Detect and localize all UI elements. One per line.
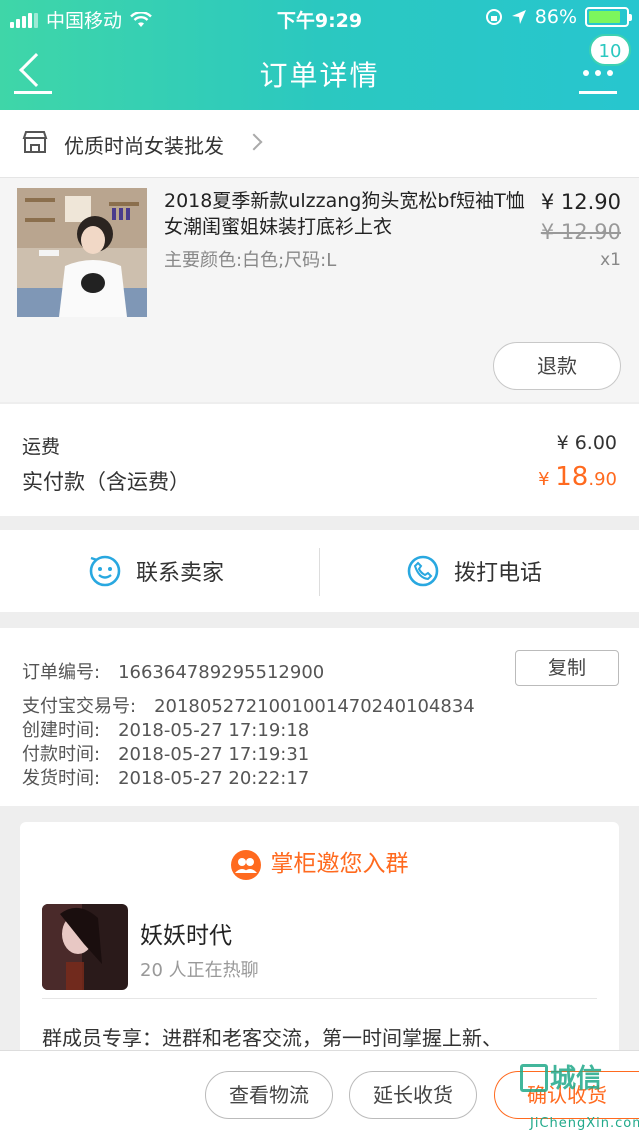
refund-button[interactable]: 退款 [493, 342, 621, 390]
product-item[interactable]: 2018夏季新款ulzzang狗头宽松bf短袖T恤女潮闺蜜姐妹装打底衫上衣 主要… [0, 178, 639, 402]
chat-smile-icon [89, 555, 121, 587]
paid-label: 实付款（含运费） [22, 470, 190, 494]
page-title: 订单详情 [259, 59, 380, 92]
order-info: 订单编号: 166364789295512900 复制 支付宝交易号: 201805… [0, 628, 639, 806]
rotation-lock-icon [485, 9, 502, 25]
shipped-row: 发货时间: 2018-05-27 20:22:17 [22, 764, 309, 790]
shop-name: 优质时尚女装批发 [64, 134, 224, 158]
call-phone-button[interactable]: 拨打电话 [406, 530, 542, 612]
product-image [17, 188, 147, 317]
product-quantity: x1 [600, 250, 621, 270]
shipping-label: 运费 [22, 436, 61, 458]
group-icon [230, 849, 261, 880]
status-right: 86% [485, 6, 632, 28]
fee-summary: 运费 ¥ 6.00 实付款（含运费） ¥ 18.90 [0, 404, 639, 516]
created-row: 创建时间: 2018-05-27 17:19:18 [22, 716, 309, 742]
shipping-value: ¥ 6.00 [556, 432, 617, 454]
created-label: 创建时间: [22, 720, 101, 741]
status-bar: 中国移动 下午9:29 86% [0, 0, 639, 36]
battery-fill [589, 11, 620, 23]
battery-percent: 86% [534, 6, 577, 28]
group-heading-text: 掌柜邀您入群 [270, 851, 409, 877]
contact-seller-button[interactable]: 联系卖家 [88, 530, 224, 612]
product-title: 2018夏季新款ulzzang狗头宽松bf短袖T恤女潮闺蜜姐妹装打底衫上衣 [164, 190, 525, 238]
alipay-label: 支付宝交易号: [22, 696, 137, 717]
more-menu-button[interactable]: 10 [579, 34, 631, 94]
paid-integer: 18 [555, 462, 589, 492]
created-time: 2018-05-27 17:19:18 [118, 720, 310, 741]
group-description: 群成员专享：进群和老客交流，第一时间掌握上新、 [42, 1026, 502, 1050]
watermark-text: 城信 [550, 1064, 603, 1094]
order-number-label: 订单编号: [22, 662, 101, 683]
alipay-row: 支付宝交易号: 2018052721001001470240104834 [22, 692, 475, 718]
watermark-url: JiChengXin.com [530, 1116, 639, 1131]
site-watermark: 城信 JiChengXin.com [518, 1058, 639, 1136]
product-attributes: 主要颜色:白色;尺码:L [164, 250, 337, 271]
paid-decimal: .90 [588, 469, 617, 490]
group-name: 妖妖时代 [140, 923, 232, 949]
group-avatar [42, 904, 128, 990]
product-price: ¥ 12.90 [540, 190, 621, 214]
chevron-right-icon [245, 133, 263, 151]
location-icon [511, 10, 526, 24]
alipay-number: 2018052721001001470240104834 [154, 696, 475, 717]
battery-icon [585, 7, 632, 27]
group-member-count: 20 人正在热聊 [140, 960, 259, 981]
extend-receipt-button[interactable]: 延长收货 [349, 1071, 477, 1119]
watermark-logo-icon [520, 1064, 548, 1092]
more-icon [583, 70, 613, 76]
shipped-label: 发货时间: [22, 768, 101, 789]
app-header: 中国移动 下午9:29 86% 订单详情 10 [0, 0, 639, 110]
product-original-price: ¥ 12.90 [540, 220, 621, 244]
paid-time: 2018-05-27 17:19:31 [118, 744, 310, 765]
group-invite-card[interactable]: 掌柜邀您入群 妖妖时代 20 人正在热聊 群成员专享：进群和老客交流，第一时间掌… [20, 822, 619, 1062]
group-heading: 掌柜邀您入群 [20, 844, 619, 880]
call-phone-label: 拨打电话 [454, 561, 543, 586]
paid-time-label: 付款时间: [22, 744, 101, 765]
view-logistics-button[interactable]: 查看物流 [205, 1071, 333, 1119]
shipped-time: 2018-05-27 20:22:17 [118, 768, 310, 789]
message-count-badge: 10 [589, 34, 631, 66]
paid-time-row: 付款时间: 2018-05-27 17:19:31 [22, 740, 309, 766]
contact-bar: 联系卖家 拨打电话 [0, 530, 639, 612]
paid-currency: ¥ [538, 469, 556, 490]
store-icon [22, 131, 48, 153]
contact-seller-label: 联系卖家 [136, 561, 225, 586]
copy-button[interactable]: 复制 [515, 650, 619, 686]
paid-amount: ¥ 18.90 [538, 462, 617, 492]
order-number-row: 订单编号: 166364789295512900 [22, 658, 324, 684]
phone-icon [407, 555, 439, 587]
order-number: 166364789295512900 [118, 662, 325, 683]
shop-row[interactable]: 优质时尚女装批发 [0, 110, 639, 178]
